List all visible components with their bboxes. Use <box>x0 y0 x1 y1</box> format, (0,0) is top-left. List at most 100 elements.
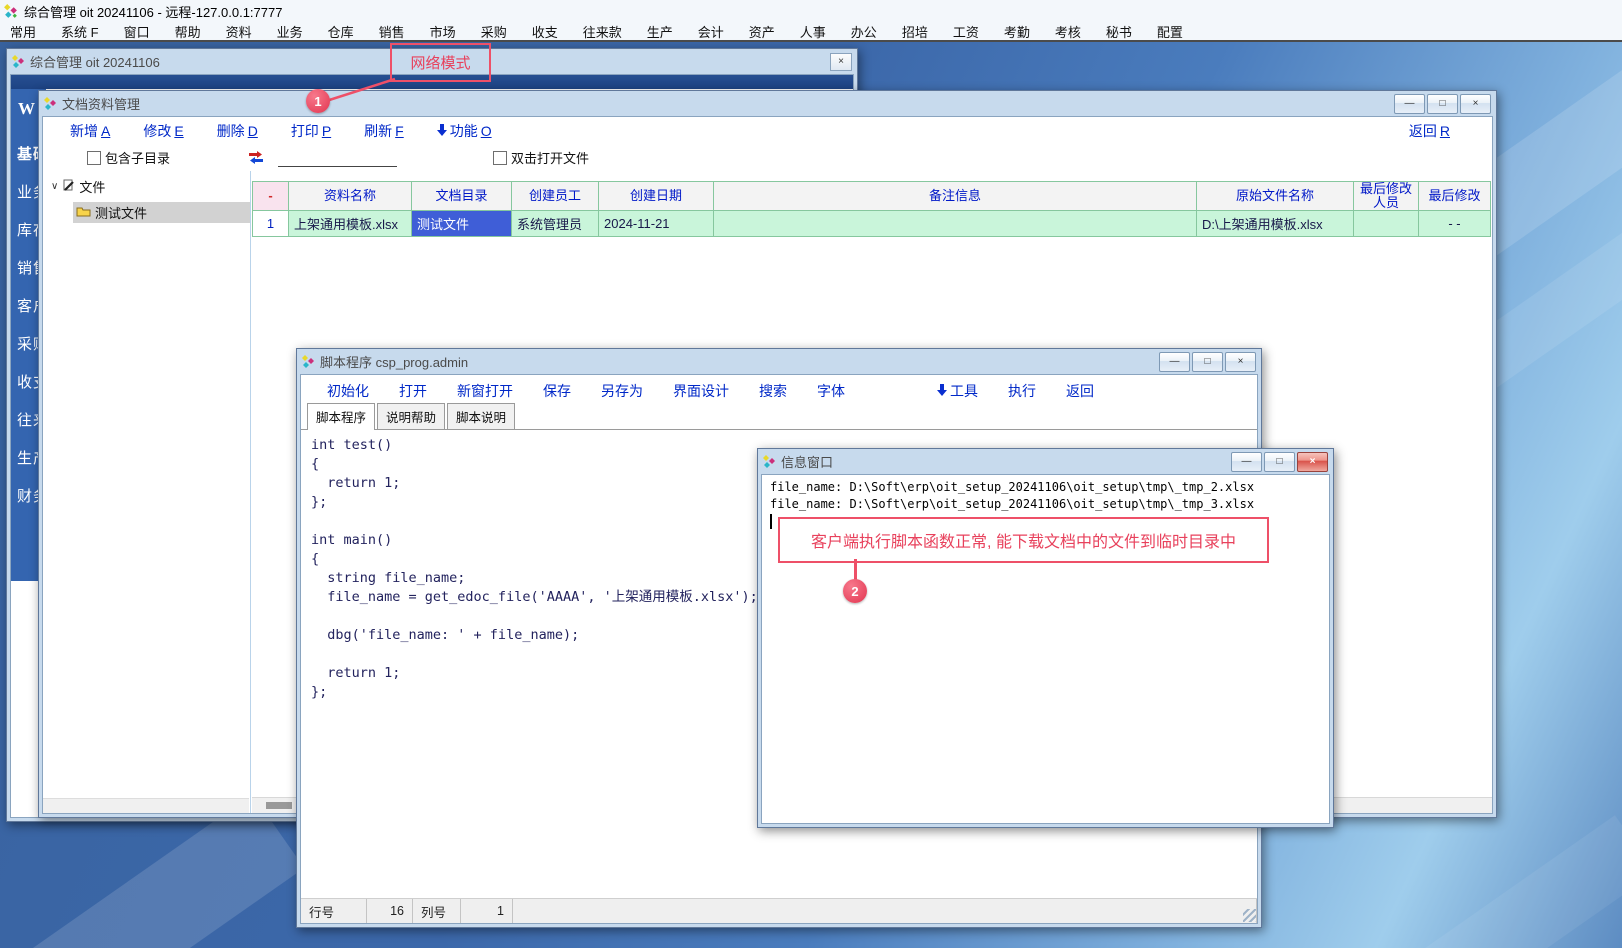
menu-item[interactable]: 系统 F <box>61 22 99 41</box>
minimize-button[interactable]: — <box>1394 94 1425 114</box>
resize-grip[interactable] <box>1243 909 1256 922</box>
checkbox-icon <box>87 151 101 165</box>
table-cell[interactable] <box>1354 211 1419 237</box>
table-cell[interactable]: 上架通用模板.xlsx <box>289 211 412 237</box>
column-header[interactable]: 最后修改 <box>1419 181 1491 211</box>
column-header[interactable]: 文档目录 <box>412 181 512 211</box>
minimize-button[interactable]: — <box>1231 452 1262 472</box>
column-header[interactable]: - <box>252 181 289 211</box>
font-button[interactable]: 字体 <box>817 381 845 401</box>
mdi-window-title: 综合管理 oit 20241106 <box>30 52 160 71</box>
menu-item[interactable]: 配置 <box>1157 22 1183 41</box>
arrow-down-icon <box>937 383 947 399</box>
close-button[interactable]: × <box>1225 352 1256 372</box>
menu-item[interactable]: 市场 <box>430 22 456 41</box>
app-diamonds-icon <box>12 55 25 69</box>
info-window-title: 信息窗口 <box>781 452 833 471</box>
menu-item[interactable]: 考核 <box>1055 22 1081 41</box>
table-cell[interactable]: 1 <box>252 211 289 237</box>
menu-item[interactable]: 帮助 <box>175 22 201 41</box>
file-node-icon <box>62 179 75 195</box>
menu-item[interactable]: 常用 <box>10 22 36 41</box>
save-as-button[interactable]: 另存为 <box>601 381 643 401</box>
close-icon[interactable]: × <box>830 53 852 71</box>
dblclick-open-checkbox[interactable]: 双击打开文件 <box>493 148 589 167</box>
column-header[interactable]: 创建员工 <box>512 181 599 211</box>
expander-icon[interactable]: ∨ <box>51 181 58 192</box>
open-folder-icon <box>76 205 91 220</box>
menu-item[interactable]: 业务 <box>277 22 303 41</box>
menu-item[interactable]: 收支 <box>532 22 558 41</box>
column-header[interactable]: 创建日期 <box>599 181 714 211</box>
column-header[interactable]: 原始文件名称 <box>1197 181 1354 211</box>
doc-titlebar[interactable]: 文档资料管理 — □ × <box>39 91 1496 116</box>
run-button[interactable]: 执行 <box>1008 381 1036 401</box>
menu-item[interactable]: 生产 <box>647 22 673 41</box>
ui-design-button[interactable]: 界面设计 <box>673 381 729 401</box>
maximize-button[interactable]: □ <box>1427 94 1458 114</box>
delete-button[interactable]: 删除D <box>217 121 258 141</box>
doc-filter-row: 包含子目录 双击打开文件 <box>43 144 1492 171</box>
return-button[interactable]: 返回 <box>1066 381 1094 401</box>
init-button[interactable]: 初始化 <box>327 381 369 401</box>
table-cell[interactable]: 系统管理员 <box>512 211 599 237</box>
add-button[interactable]: 新增A <box>70 121 110 141</box>
tree-root-item[interactable]: ∨ 文件 <box>51 177 250 196</box>
script-titlebar[interactable]: 脚本程序 csp_prog.admin — □ × <box>297 349 1261 374</box>
doc-tree-panel: ∨ 文件 测试文件 <box>43 171 251 813</box>
minimize-button[interactable]: — <box>1159 352 1190 372</box>
menu-item[interactable]: 考勤 <box>1004 22 1030 41</box>
column-header[interactable]: 最后修改人员 <box>1354 181 1419 211</box>
save-button[interactable]: 保存 <box>543 381 571 401</box>
menu-item[interactable]: 工资 <box>953 22 979 41</box>
menu-item[interactable]: 往来款 <box>583 22 622 41</box>
open-new-window-button[interactable]: 新窗打开 <box>457 381 513 401</box>
menu-item[interactable]: 人事 <box>800 22 826 41</box>
script-tabs: 脚本程序 说明帮助 脚本说明 <box>301 407 1257 430</box>
table-cell-selected[interactable]: 测试文件 <box>412 211 512 237</box>
table-row[interactable]: 1 上架通用模板.xlsx 测试文件 系统管理员 2024-11-21 D:\上… <box>252 211 1491 237</box>
status-col-label: 列号 <box>413 899 461 923</box>
tab-help[interactable]: 说明帮助 <box>377 403 445 429</box>
table-cell[interactable]: D:\上架通用模板.xlsx <box>1197 211 1354 237</box>
menu-item[interactable]: 秘书 <box>1106 22 1132 41</box>
menu-item[interactable]: 销售 <box>379 22 405 41</box>
tab-script-program[interactable]: 脚本程序 <box>307 403 375 430</box>
maximize-button[interactable]: □ <box>1192 352 1223 372</box>
column-header[interactable]: 资料名称 <box>289 181 412 211</box>
table-cell[interactable] <box>714 211 1197 237</box>
menu-item[interactable]: 窗口 <box>124 22 150 41</box>
table-header-row: - 资料名称 文档目录 创建员工 创建日期 备注信息 原始文件名称 最后修改人员… <box>252 181 1491 211</box>
menu-item[interactable]: 会计 <box>698 22 724 41</box>
info-titlebar[interactable]: 信息窗口 — □ × <box>758 449 1333 474</box>
print-button[interactable]: 打印P <box>291 121 331 141</box>
menu-item[interactable]: 资产 <box>749 22 775 41</box>
include-subdir-checkbox[interactable]: 包含子目录 <box>87 148 170 167</box>
tools-button[interactable]: 工具 <box>937 381 978 401</box>
swap-icon[interactable] <box>248 151 264 165</box>
tab-script-description[interactable]: 脚本说明 <box>447 403 515 429</box>
return-button[interactable]: 返回R <box>1409 121 1492 141</box>
tree-scrollbar[interactable] <box>43 798 249 813</box>
doc-toolbar: 新增A 修改E 删除D 打印P 刷新F 功能O 返回R <box>43 117 1492 144</box>
menu-item[interactable]: 仓库 <box>328 22 354 41</box>
table-cell[interactable]: - - <box>1419 211 1491 237</box>
open-button[interactable]: 打开 <box>399 381 427 401</box>
menu-item[interactable]: 资料 <box>226 22 252 41</box>
functions-button[interactable]: 功能O <box>437 121 492 141</box>
text-caret <box>770 514 772 529</box>
maximize-button[interactable]: □ <box>1264 452 1295 472</box>
scrollbar-thumb[interactable] <box>266 802 292 809</box>
table-cell[interactable]: 2024-11-21 <box>599 211 714 237</box>
close-button[interactable]: × <box>1297 452 1328 472</box>
column-header[interactable]: 备注信息 <box>714 181 1197 211</box>
filter-input[interactable] <box>278 148 397 167</box>
close-button[interactable]: × <box>1460 94 1491 114</box>
menu-item[interactable]: 办公 <box>851 22 877 41</box>
menu-item[interactable]: 采购 <box>481 22 507 41</box>
search-button[interactable]: 搜索 <box>759 381 787 401</box>
tree-child-item[interactable]: 测试文件 <box>73 202 250 223</box>
menu-item[interactable]: 招培 <box>902 22 928 41</box>
refresh-button[interactable]: 刷新F <box>364 121 404 141</box>
modify-button[interactable]: 修改E <box>143 121 183 141</box>
